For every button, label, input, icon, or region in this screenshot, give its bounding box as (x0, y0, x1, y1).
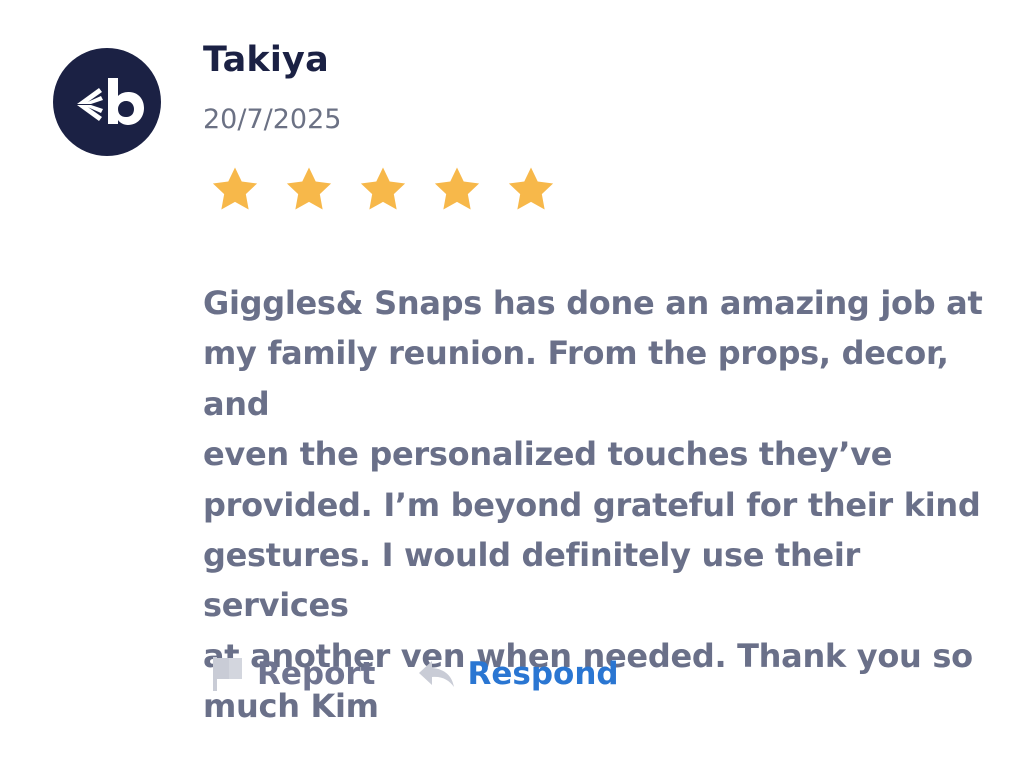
star-icon (434, 167, 480, 210)
reviewer-name: Takiya (203, 40, 329, 80)
star-icon (360, 167, 406, 210)
review-date: 20/7/2025 (203, 104, 342, 135)
report-button[interactable]: Report (211, 655, 376, 693)
reviewer-avatar (53, 48, 161, 156)
star-rating (209, 164, 557, 216)
report-label: Report (257, 656, 376, 692)
star-icon (286, 167, 332, 210)
reply-arrow-icon (418, 661, 454, 687)
brand-logo-b-icon (77, 78, 144, 125)
respond-label: Respond (467, 656, 619, 692)
respond-button[interactable]: Respond (418, 656, 619, 692)
star-icon (212, 167, 258, 210)
star-icon (508, 167, 554, 210)
flag-icon (213, 657, 242, 691)
review-actions: Report Respond (211, 655, 619, 693)
